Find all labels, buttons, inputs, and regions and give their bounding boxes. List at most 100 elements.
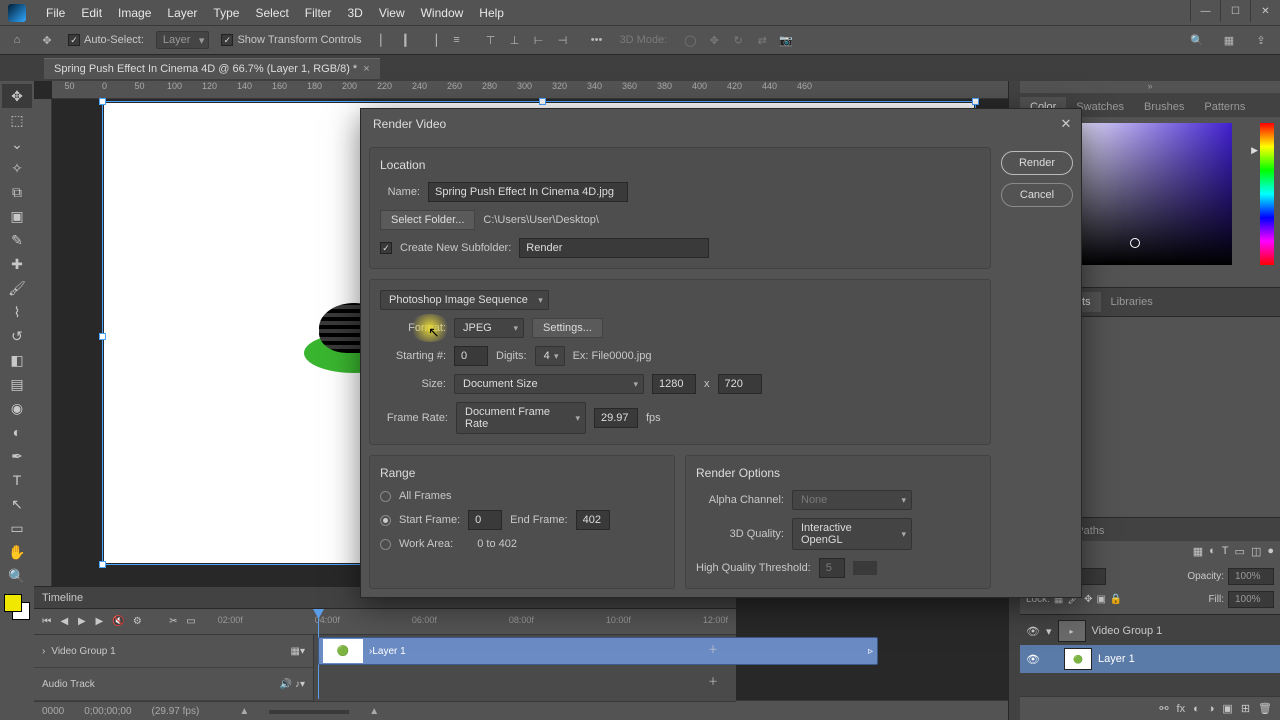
handle-tr[interactable] [972,98,979,105]
crop-tool[interactable]: ⧉ [2,180,32,204]
transition-icon[interactable]: ▭ [186,613,196,631]
menu-edit[interactable]: Edit [73,6,110,20]
audio-icon[interactable]: 🔊 ♪▾ [280,679,305,690]
tab-patterns[interactable]: Patterns [1194,97,1255,117]
framerate-select[interactable]: Document Frame Rate [456,402,586,434]
work-area-radio[interactable] [380,539,391,550]
dist-more-icon[interactable]: ⊣ [552,29,574,51]
starting-input[interactable] [454,346,488,366]
layer-name[interactable]: Layer 1 [1098,653,1135,665]
format-select[interactable]: JPEG [454,318,524,338]
add-audio-icon[interactable]: ＋ [704,671,722,689]
document-tab[interactable]: Spring Push Effect In Cinema 4D @ 66.7% … [44,58,380,79]
blur-tool[interactable]: ◉ [2,396,32,420]
window-minimize[interactable]: — [1190,0,1220,22]
visibility-icon[interactable]: 👁 [1026,625,1040,638]
gradient-tool[interactable]: ▤ [2,372,32,396]
zoom-out-icon[interactable]: ▲ [239,706,249,717]
menu-select[interactable]: Select [247,6,296,20]
go-start-icon[interactable]: ⏮ [42,613,52,631]
align-more-icon[interactable]: ≡ [446,29,468,51]
handle-tl[interactable] [99,98,106,105]
size-select[interactable]: Document Size [454,374,644,394]
menu-layer[interactable]: Layer [159,6,205,20]
align-left-icon[interactable]: ▏ [374,29,396,51]
menu-type[interactable]: Type [205,6,247,20]
color-cursor[interactable] [1130,238,1140,248]
show-transform-check[interactable]: ✓Show Transform Controls [221,34,361,46]
hue-slider[interactable] [1260,123,1274,265]
pen-tool[interactable]: ✒ [2,444,32,468]
link-icon[interactable]: ⚯ [1159,702,1168,715]
heal-tool[interactable]: ✚ [2,252,32,276]
foreground-color[interactable] [4,594,22,612]
filter-smart-icon[interactable]: ◫ [1251,545,1261,558]
settings-button[interactable]: Settings... [532,318,603,338]
dist-top-icon[interactable]: ⊤ [480,29,502,51]
window-maximize[interactable]: ☐ [1220,0,1250,22]
lasso-tool[interactable]: ⌄ [2,132,32,156]
all-frames-radio[interactable] [380,491,391,502]
add-media-icon[interactable]: ＋ [704,639,722,657]
path-select-tool[interactable]: ↖ [2,492,32,516]
color-swatch[interactable] [4,594,30,620]
lock-all-icon[interactable]: 🔒 [1110,594,1122,605]
menu-window[interactable]: Window [413,6,472,20]
search-icon[interactable]: 🔍 [1186,29,1208,51]
prev-frame-icon[interactable]: ◀ [60,613,70,631]
window-close[interactable]: ✕ [1250,0,1280,22]
eraser-tool[interactable]: ◧ [2,348,32,372]
brush-tool[interactable]: 🖌 [2,276,32,300]
auto-select-target[interactable]: Layer [156,31,210,49]
align-center-icon[interactable]: ▎ [398,29,420,51]
render-button[interactable]: Render [1001,151,1073,175]
start-frame-radio[interactable] [380,515,391,526]
wand-tool[interactable]: ✧ [2,156,32,180]
menu-view[interactable]: View [371,6,413,20]
auto-select-check[interactable]: ✓Auto-Select: [68,34,144,46]
layer-name[interactable]: Video Group 1 [1092,625,1163,637]
handle-tc[interactable] [539,98,546,105]
dodge-tool[interactable]: ◐ [2,420,32,444]
cancel-button[interactable]: Cancel [1001,183,1073,207]
eyedropper-tool[interactable]: ✎ [2,228,32,252]
settings-icon[interactable]: ⚙ [133,613,143,631]
tab-brushes[interactable]: Brushes [1134,97,1194,117]
zoom-in-icon[interactable]: ▲ [369,706,379,717]
filter-shape-icon[interactable]: ▭ [1235,545,1245,558]
menu-file[interactable]: File [38,6,73,20]
workspace-icon[interactable]: ▦ [1218,29,1240,51]
tab-libraries[interactable]: Libraries [1101,292,1163,312]
digits-select[interactable]: 4 [535,346,565,366]
menu-image[interactable]: Image [110,6,159,20]
handle-ml[interactable] [99,333,106,340]
lock-pos-icon[interactable]: ✥ [1084,594,1092,605]
shape-tool[interactable]: ▭ [2,516,32,540]
dist-mid-icon[interactable]: ⊥ [504,29,526,51]
start-frame-input[interactable] [468,510,502,530]
subfolder-checkbox[interactable]: ✓ [380,242,392,254]
zoom-slider[interactable] [269,710,349,714]
type-tool[interactable]: T [2,468,32,492]
trash-icon[interactable]: 🗑 [1258,702,1272,715]
filter-type-icon[interactable]: T [1222,545,1229,558]
3d-quality-select[interactable]: Interactive OpenGL [792,518,912,550]
chevron-down-icon[interactable]: ▾ [1046,625,1052,638]
filter-adj-icon[interactable]: ◐ [1209,545,1216,558]
track-video-group[interactable]: ›Video Group 1 ▦▾ [34,635,313,668]
filter-toggle-icon[interactable]: ● [1267,545,1274,558]
menu-help[interactable]: Help [471,6,512,20]
play-icon[interactable]: ▶ [77,613,87,631]
panel-collapse-icon[interactable]: » [1020,81,1280,93]
end-frame-input[interactable] [576,510,610,530]
zoom-tool[interactable]: 🔍 [2,564,32,588]
menu-filter[interactable]: Filter [297,6,340,20]
layer-row[interactable]: 👁 🟢 Layer 1 [1020,645,1280,673]
lock-nest-icon[interactable]: ▣ [1096,594,1105,605]
home-icon[interactable]: ⌂ [8,31,26,49]
opacity-value[interactable]: 100% [1228,568,1274,585]
mask-icon[interactable]: ◐ [1193,703,1200,715]
history-brush-tool[interactable]: ↺ [2,324,32,348]
stamp-tool[interactable]: ⌇ [2,300,32,324]
hand-tool[interactable]: ✋ [2,540,32,564]
